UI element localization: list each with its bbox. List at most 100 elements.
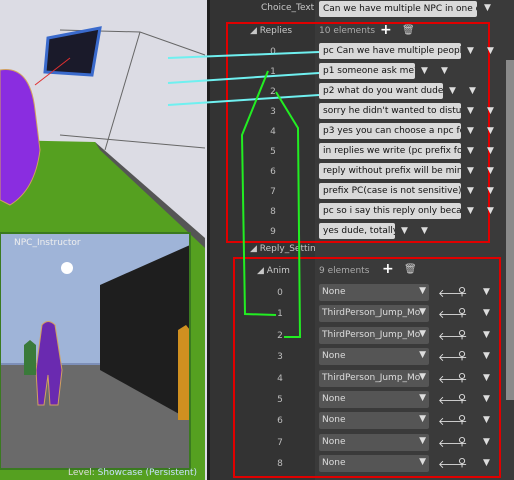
chevron-down-icon[interactable]: ▼ <box>487 166 494 176</box>
add-element-icon[interactable]: + <box>380 22 392 38</box>
anim-asset-combo[interactable]: None ▼ <box>319 433 429 451</box>
chevron-down-icon[interactable]: ▼ <box>421 226 428 236</box>
browse-magnifier-icon[interactable]: ⚲ <box>458 456 466 469</box>
chevron-down-icon: ▼ <box>419 371 426 382</box>
anim-asset-value: None <box>322 394 346 404</box>
browse-magnifier-icon[interactable]: ⚲ <box>458 349 466 362</box>
chevron-down-icon[interactable]: ▼ <box>487 206 494 216</box>
browse-magnifier-icon[interactable]: ⚲ <box>458 413 466 426</box>
reply-text-field[interactable]: p1 someone ask me? <box>319 63 415 79</box>
anim-index: 5 <box>277 395 283 405</box>
browse-magnifier-icon[interactable]: ⚲ <box>458 328 466 341</box>
reply-index: 5 <box>270 147 276 157</box>
browse-magnifier-icon[interactable]: ⚲ <box>458 392 466 405</box>
chevron-down-icon: ▼ <box>419 350 426 361</box>
level-viewport[interactable]: NPC_Instructor Level: Showcase (Persiste… <box>0 0 207 480</box>
chevron-down-icon[interactable]: ▼ <box>483 287 490 297</box>
chevron-down-icon[interactable]: ▼ <box>483 437 490 447</box>
replies-label: Replies <box>259 26 293 36</box>
reply-text-field[interactable]: yes dude, totally <box>319 223 395 239</box>
chevron-down-icon[interactable]: ▼ <box>487 106 494 116</box>
chevron-down-icon: ▼ <box>419 457 426 468</box>
chevron-down-icon[interactable]: ▼ <box>483 330 490 340</box>
anim-asset-value: None <box>322 351 346 362</box>
anim-index: 3 <box>277 352 283 363</box>
chevron-down-icon[interactable]: ▼ <box>487 146 494 156</box>
anim-count: 9 elements <box>319 266 370 276</box>
chevron-down-icon: ▼ <box>419 286 426 296</box>
chevron-down-icon[interactable]: ▼ <box>483 415 490 425</box>
reply-index: 2 <box>270 87 276 97</box>
scrollbar[interactable] <box>506 60 514 400</box>
chevron-down-icon[interactable]: ▼ <box>467 186 474 196</box>
anim-asset-value: None <box>322 458 346 469</box>
browse-magnifier-icon[interactable]: ⚲ <box>458 306 466 319</box>
reply-text-field[interactable]: in replies we write (pc prefix for p <box>319 143 461 159</box>
reply-index: 1 <box>270 67 276 77</box>
reply-text-field[interactable]: p3 yes you can choose a npc for <box>319 123 461 139</box>
details-panel: Choice_Text Can we have multiple NPC in … <box>207 0 514 480</box>
browse-magnifier-icon[interactable]: ⚲ <box>458 371 466 384</box>
reply-index: 3 <box>270 107 276 117</box>
trash-icon[interactable]: 🗑 <box>402 25 415 36</box>
anim-asset-combo[interactable]: None ▼ <box>319 391 429 408</box>
chevron-down-icon[interactable]: ▼ <box>467 146 474 156</box>
anim-asset-value: None <box>322 287 346 297</box>
reply-text-field[interactable]: pc Can we have multiple people i <box>319 43 461 59</box>
chevron-down-icon[interactable]: ▼ <box>441 66 448 76</box>
chevron-down-icon[interactable]: ▼ <box>467 166 474 176</box>
anim-asset-value: ThirdPerson_Jump_Mo <box>322 329 421 340</box>
level-name: Showcase (Persistent) <box>97 468 198 478</box>
reply-text-field[interactable]: prefix PC(case is not sensitive) v <box>319 183 461 199</box>
anim-asset-combo[interactable]: None ▼ <box>319 348 429 366</box>
anim-header[interactable]: ◢ Anim <box>257 266 290 276</box>
chevron-down-icon[interactable]: ▼ <box>467 106 474 116</box>
replies-count: 10 elements <box>319 26 376 36</box>
reply-text-field[interactable]: pc so i say this reply only becaus <box>319 203 461 219</box>
reply-index: 6 <box>270 167 276 177</box>
anim-index: 2 <box>277 330 283 341</box>
reply-index: 9 <box>270 227 276 237</box>
reply-settings-header[interactable]: ◢ Reply_Settin <box>250 244 316 254</box>
chevron-down-icon[interactable]: ▼ <box>487 126 494 136</box>
chevron-down-icon: ▼ <box>419 414 426 425</box>
reply-text-field[interactable]: reply without prefix will be mine, <box>319 163 461 179</box>
anim-index: 8 <box>277 459 283 470</box>
anim-asset-combo[interactable]: ThirdPerson_Jump_Mo ▼ <box>319 326 429 344</box>
chevron-down-icon[interactable]: ▼ <box>483 458 490 468</box>
chevron-down-icon[interactable]: ▼ <box>469 86 476 96</box>
anim-asset-combo[interactable]: ThirdPerson_Jump_Mo ▼ <box>319 369 429 387</box>
reply-settings-label: Reply_Settin <box>259 244 316 254</box>
chevron-down-icon[interactable]: ▼ <box>487 46 494 56</box>
chevron-down-icon[interactable]: ▼ <box>449 86 456 96</box>
chevron-down-icon[interactable]: ▼ <box>401 226 408 236</box>
anim-asset-combo[interactable]: None ▼ <box>319 412 429 430</box>
anim-asset-combo[interactable]: None ▼ <box>319 455 429 473</box>
chevron-down-icon[interactable]: ▼ <box>484 3 491 13</box>
add-element-icon[interactable]: + <box>382 261 394 277</box>
anim-asset-combo[interactable]: ThirdPerson_Jump_Mo ▼ <box>319 305 429 323</box>
anim-asset-value: None <box>322 415 346 426</box>
trash-icon[interactable]: 🗑 <box>404 264 417 275</box>
chevron-down-icon[interactable]: ▼ <box>467 126 474 136</box>
chevron-down-icon[interactable]: ▼ <box>483 351 490 361</box>
chevron-down-icon: ▼ <box>419 307 426 318</box>
replies-header[interactable]: ◢ Replies <box>250 26 292 36</box>
anim-asset-combo[interactable]: None ▼ <box>319 284 429 301</box>
chevron-down-icon[interactable]: ▼ <box>483 373 490 383</box>
actor-label: NPC_Instructor <box>14 238 81 248</box>
browse-magnifier-icon[interactable]: ⚲ <box>458 435 466 448</box>
chevron-down-icon[interactable]: ▼ <box>467 206 474 216</box>
reply-text-field[interactable]: p2 what do you want dude? <box>319 83 443 99</box>
level-prefix: Level: <box>68 468 95 478</box>
chevron-down-icon[interactable]: ▼ <box>421 66 428 76</box>
reply-text-field[interactable]: sorry he didn't wanted to disturb <box>319 103 461 119</box>
choice-text-field[interactable]: Can we have multiple NPC in one dia <box>319 1 477 17</box>
chevron-down-icon[interactable]: ▼ <box>483 308 490 318</box>
anim-index: 1 <box>277 309 283 320</box>
browse-magnifier-icon[interactable]: ⚲ <box>458 285 466 298</box>
chevron-down-icon[interactable]: ▼ <box>483 394 490 404</box>
chevron-down-icon: ▼ <box>419 435 426 446</box>
chevron-down-icon[interactable]: ▼ <box>467 46 474 56</box>
chevron-down-icon[interactable]: ▼ <box>487 186 494 196</box>
